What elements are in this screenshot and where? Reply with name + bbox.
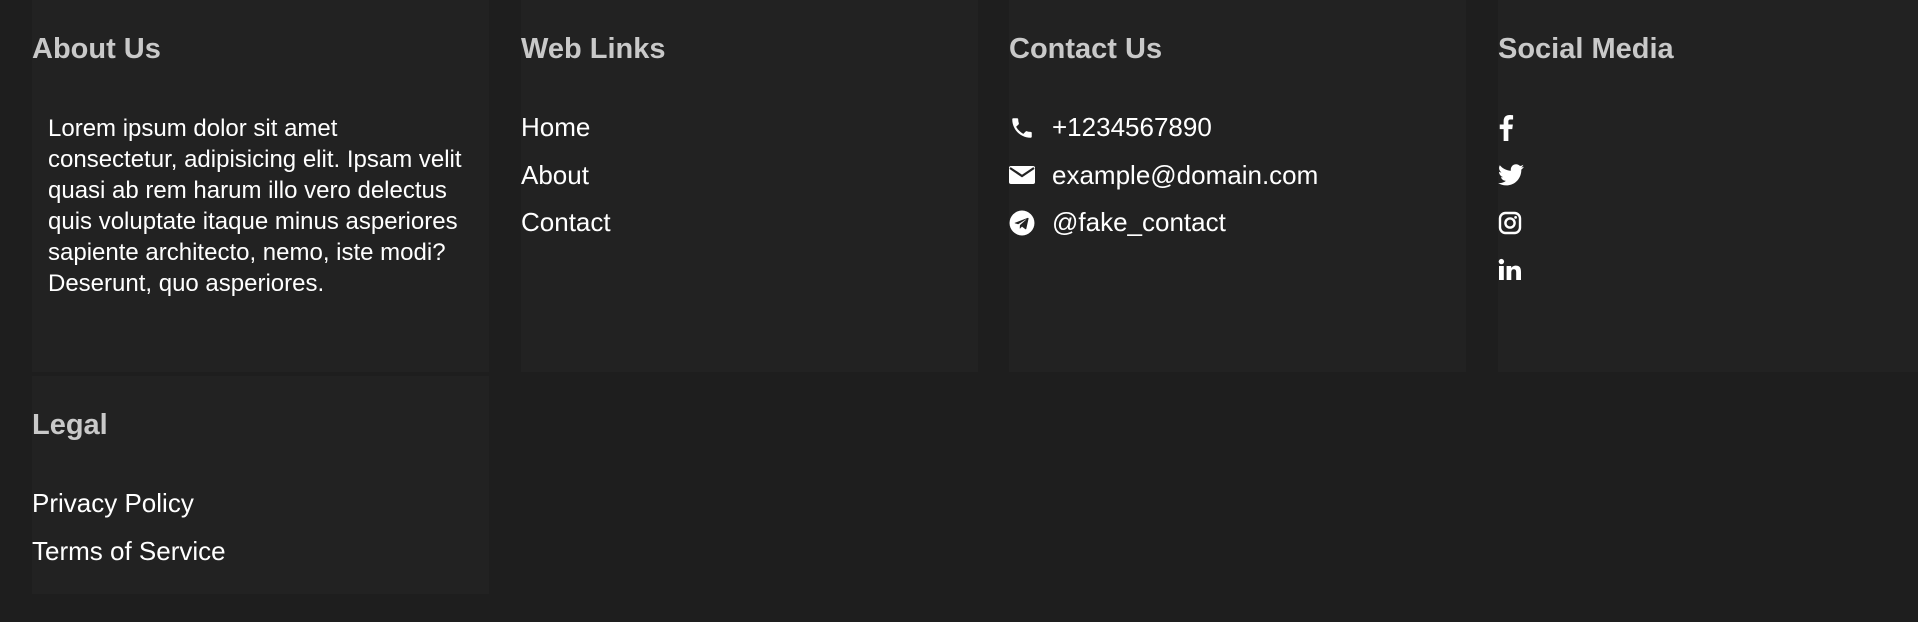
list-item xyxy=(1498,104,1524,152)
list-item: Privacy Policy xyxy=(32,480,226,528)
list-item xyxy=(1498,152,1524,200)
home-link[interactable]: Home xyxy=(521,112,590,142)
social-section: Social Media xyxy=(1498,0,1918,372)
list-item: Terms of Service xyxy=(32,528,226,576)
instagram-icon[interactable] xyxy=(1498,210,1524,236)
facebook-icon[interactable] xyxy=(1498,114,1524,141)
contact-section: Contact Us +1234567890 example@domain.co… xyxy=(1009,0,1466,372)
envelope-icon xyxy=(1009,162,1035,188)
contact-email-text: example@domain.com xyxy=(1052,159,1319,190)
social-list xyxy=(1498,104,1524,294)
list-item: Contact xyxy=(521,199,611,247)
list-item: About xyxy=(521,152,611,200)
contact-heading: Contact Us xyxy=(1009,33,1163,65)
linkedin-icon[interactable] xyxy=(1498,257,1524,283)
contact-list: +1234567890 example@domain.com @fake_con… xyxy=(1009,104,1318,247)
twitter-icon[interactable] xyxy=(1498,162,1524,188)
contact-telegram[interactable]: @fake_contact xyxy=(1009,199,1318,247)
phone-icon xyxy=(1009,115,1035,141)
terms-of-service-link[interactable]: Terms of Service xyxy=(32,536,226,566)
about-text: Lorem ipsum dolor sit amet consectetur, … xyxy=(48,115,462,297)
telegram-icon xyxy=(1009,210,1035,236)
contact-telegram-text: @fake_contact xyxy=(1052,207,1226,238)
privacy-policy-link[interactable]: Privacy Policy xyxy=(32,488,194,518)
about-section: About Us Lorem ipsum dolor sit amet cons… xyxy=(32,0,489,372)
legal-section: Legal Privacy Policy Terms of Service xyxy=(32,376,489,594)
contact-link[interactable]: Contact xyxy=(521,207,611,237)
legal-links-list: Privacy Policy Terms of Service xyxy=(32,480,226,575)
web-links-section: Web Links Home About Contact xyxy=(521,0,978,372)
about-heading: About Us xyxy=(32,33,161,65)
about-link[interactable]: About xyxy=(521,160,589,190)
contact-phone-text: +1234567890 xyxy=(1052,112,1212,143)
list-item xyxy=(1498,247,1524,295)
social-heading: Social Media xyxy=(1498,33,1674,65)
web-links-heading: Web Links xyxy=(521,33,666,65)
list-item: Home xyxy=(521,104,611,152)
list-item xyxy=(1498,199,1524,247)
contact-email[interactable]: example@domain.com xyxy=(1009,152,1318,200)
web-links-list: Home About Contact xyxy=(521,104,611,247)
site-footer: About Us Lorem ipsum dolor sit amet cons… xyxy=(0,0,1918,622)
legal-heading: Legal xyxy=(32,409,108,441)
contact-phone[interactable]: +1234567890 xyxy=(1009,104,1318,152)
